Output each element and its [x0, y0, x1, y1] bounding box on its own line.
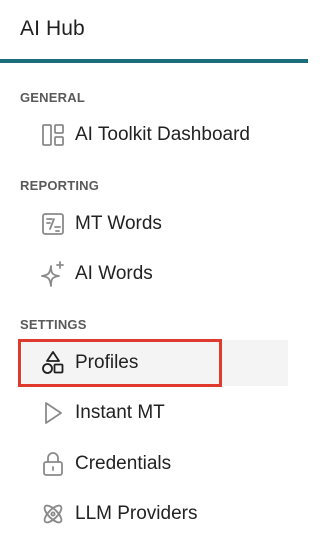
sidebar-item-label: Instant MT	[75, 402, 165, 423]
sidebar-item-ai-words[interactable]: AI Words	[22, 251, 288, 297]
shapes-icon	[38, 348, 68, 378]
sidebar-item-label: AI Words	[75, 263, 153, 284]
sidebar-item-credentials[interactable]: Credentials	[22, 441, 288, 487]
section-label-reporting: REPORTING	[20, 178, 100, 193]
mt-words-icon	[38, 209, 68, 239]
lock-icon	[38, 449, 68, 479]
section-label-general: GENERAL	[20, 90, 85, 105]
sidebar-item-label: Credentials	[75, 453, 172, 474]
section-label-settings: SETTINGS	[20, 317, 87, 332]
sidebar-item-label: LLM Providers	[75, 503, 198, 524]
play-icon	[38, 398, 68, 428]
sparkle-icon	[38, 259, 68, 289]
sidebar-item-llm-providers[interactable]: LLM Providers	[22, 491, 288, 537]
sidebar-item-label: Profiles	[75, 352, 139, 373]
ai-hub-sidebar: AI Hub GENERAL AI Toolkit Dashboard REPO…	[0, 0, 308, 540]
sidebar-item-instant-mt[interactable]: Instant MT	[22, 390, 288, 436]
sidebar-item-profiles[interactable]: Profiles	[22, 340, 288, 386]
dashboard-icon	[38, 120, 68, 150]
header: AI Hub	[0, 0, 308, 58]
header-accent-bar	[0, 59, 308, 63]
sidebar-item-label: AI Toolkit Dashboard	[75, 124, 250, 145]
sidebar-item-label: MT Words	[75, 213, 162, 234]
sidebar-item-ai-toolkit-dashboard[interactable]: AI Toolkit Dashboard	[22, 112, 288, 158]
sidebar-item-mt-words[interactable]: MT Words	[22, 201, 288, 247]
app-title: AI Hub	[20, 17, 85, 40]
atom-icon	[38, 499, 68, 529]
